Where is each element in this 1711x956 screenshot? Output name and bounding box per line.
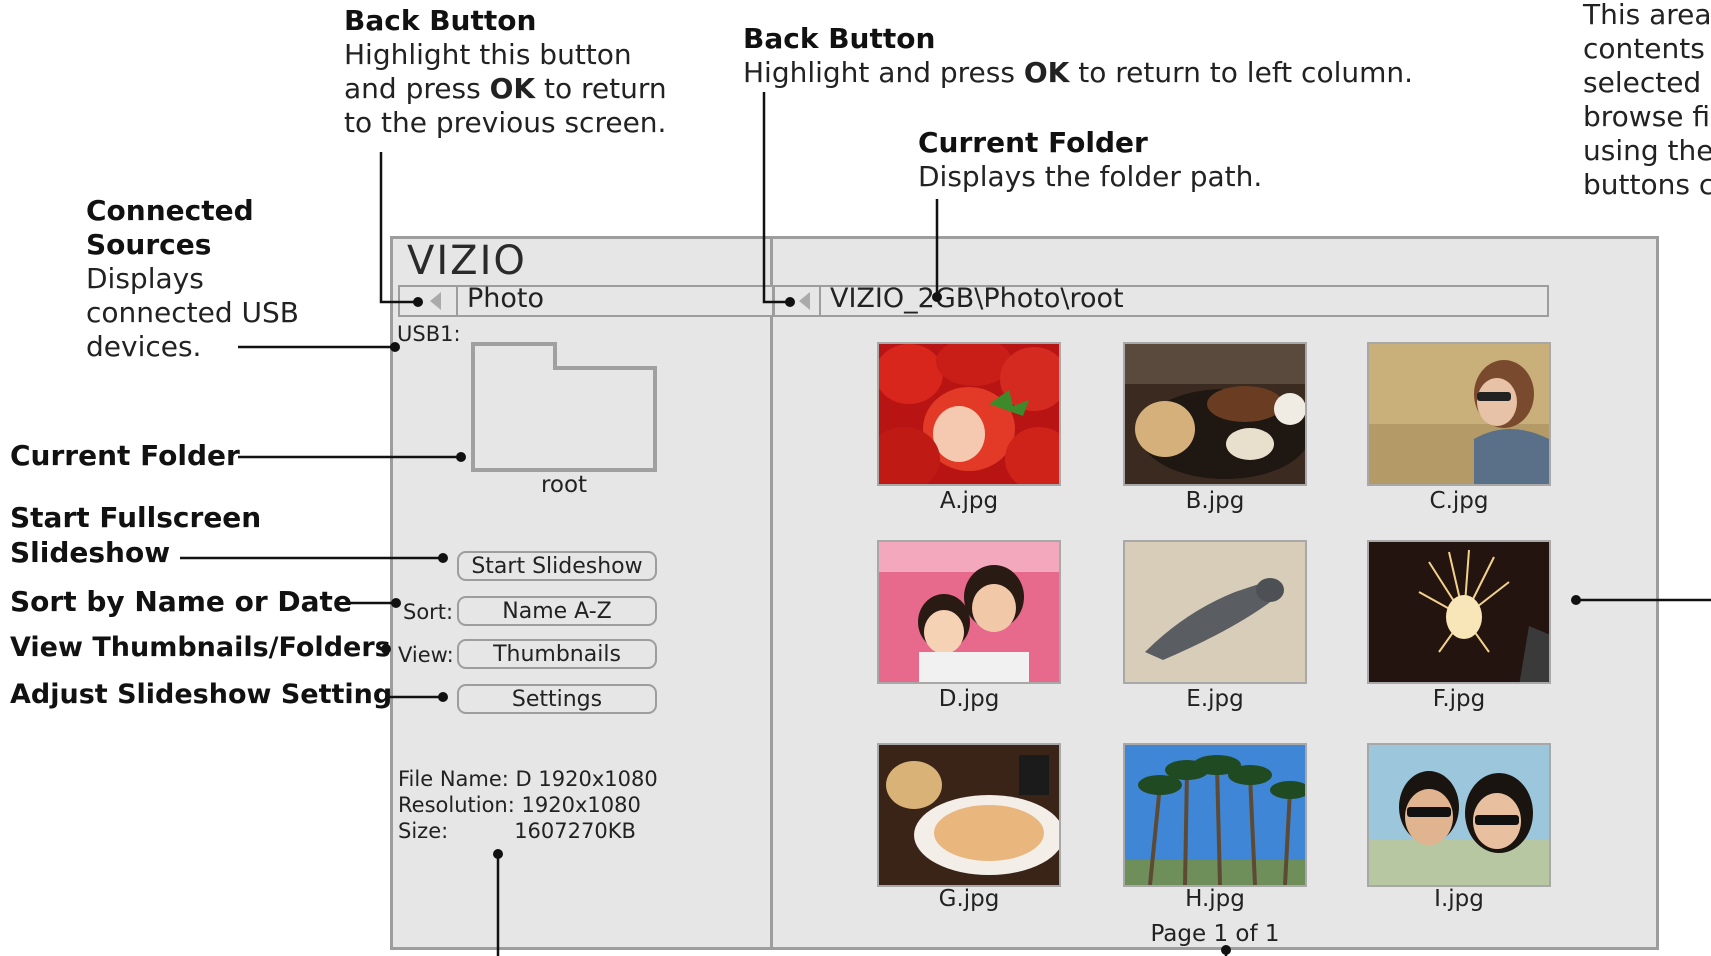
connected-sources-title: Connected <box>86 194 254 227</box>
cat-image <box>1125 542 1305 682</box>
back-button-right-title: Back Button <box>743 22 936 55</box>
thumbnail-caption: A.jpg <box>939 488 999 514</box>
connected-sources-text: devices. <box>86 330 202 363</box>
sort-select[interactable]: Name A-Z <box>457 596 657 626</box>
woman-portrait-image <box>1369 344 1549 484</box>
top-right-line: using the <box>1583 134 1711 167</box>
source-usb1[interactable]: USB1: <box>397 322 461 346</box>
current-folder-top-annotation: Current Folder Displays the folder path. <box>918 126 1262 194</box>
thumbnail-h[interactable] <box>1123 743 1307 887</box>
back-button-right-text: Highlight and press OK to return to left… <box>743 56 1414 89</box>
connected-sources-text: connected USB <box>86 296 299 329</box>
food-plate-image <box>1125 344 1305 484</box>
fireworks-image <box>1369 542 1549 682</box>
top-right-annotation: This area contents selected browse fi us… <box>1583 0 1711 202</box>
folder-icon[interactable] <box>471 342 657 472</box>
top-right-line: browse fi <box>1583 100 1711 133</box>
back-button-left-annotation: Back Button Highlight this button and pr… <box>344 4 667 140</box>
thumbnail-caption: C.jpg <box>1429 488 1489 514</box>
back-button-left-text-3: to the previous screen. <box>344 106 667 139</box>
palm-trees-image <box>1125 745 1305 885</box>
column-divider <box>770 236 773 950</box>
settings-label: Adjust Slideshow Settings <box>10 679 409 710</box>
page-indicator: Page 1 of 1 <box>1150 921 1280 947</box>
thumbnail-c[interactable] <box>1367 342 1551 486</box>
back-button-right-annotation: Back Button Highlight and press OK to re… <box>743 22 1413 90</box>
start-slideshow-button[interactable]: Start Slideshow <box>457 551 657 581</box>
settings-button[interactable]: Settings <box>457 684 657 714</box>
thumbnail-a[interactable] <box>877 342 1061 486</box>
sort-field-label: Sort: <box>403 600 454 624</box>
back-arrow-icon <box>430 292 441 310</box>
thumbnail-i[interactable] <box>1367 743 1551 887</box>
back-button-left-text-1: Highlight this button <box>344 38 632 71</box>
thumbnail-caption: H.jpg <box>1185 886 1245 912</box>
thumbnail-caption: B.jpg <box>1185 488 1245 514</box>
folder-name: root <box>540 472 588 498</box>
top-right-line: This area <box>1583 0 1711 31</box>
start-slideshow-label-line: Start Fullscreen <box>10 501 262 534</box>
sort-label: Sort by Name or Date <box>10 585 352 618</box>
thumbnail-e[interactable] <box>1123 540 1307 684</box>
resolution-row: Resolution: 1920x1080 <box>398 793 641 817</box>
thumbnail-caption: F.jpg <box>1432 686 1486 712</box>
children-image <box>879 542 1059 682</box>
folder-path: VIZIO_2GB\Photo\root <box>830 283 1124 314</box>
back-button-left-title: Back Button <box>344 4 537 37</box>
top-right-line: contents <box>1583 32 1705 65</box>
view-field-label: View: <box>398 643 454 667</box>
connected-sources-text: Displays <box>86 262 204 295</box>
top-right-line: buttons c <box>1583 168 1711 201</box>
connected-sources-title: Sources <box>86 228 212 261</box>
left-bar-title: Photo <box>467 283 545 314</box>
vizio-logo: VIZIO <box>407 238 527 284</box>
start-slideshow-label-line: Slideshow <box>10 536 171 569</box>
view-select[interactable]: Thumbnails <box>457 639 657 669</box>
thumbnail-caption: E.jpg <box>1186 686 1244 712</box>
thumbnail-caption: D.jpg <box>938 686 1000 712</box>
current-folder-top-text: Displays the folder path. <box>918 160 1263 193</box>
current-folder-left-label: Current Folder <box>10 439 240 472</box>
strawberries-image <box>879 344 1059 484</box>
current-folder-top-title: Current Folder <box>918 126 1148 159</box>
back-arrow-icon <box>799 292 810 310</box>
thumbnail-f[interactable] <box>1367 540 1551 684</box>
connected-sources-annotation: Connected Sources Displays connected USB… <box>86 194 299 364</box>
top-right-line: selected <box>1583 66 1702 99</box>
file-name-row: File Name: D 1920x1080 <box>398 767 658 791</box>
file-info: File Name: D 1920x1080 Resolution: 1920x… <box>398 766 658 844</box>
start-slideshow-label: Start Fullscreen Slideshow <box>10 500 261 570</box>
couple-selfie-image <box>1369 745 1549 885</box>
size-row: Size: 1607270KB <box>398 819 636 843</box>
thumbnail-g[interactable] <box>877 743 1061 887</box>
right-back-button[interactable] <box>775 287 821 315</box>
thumbnail-b[interactable] <box>1123 342 1307 486</box>
back-button-left-text-2: and press OK to return <box>344 72 667 105</box>
thumbnail-caption: G.jpg <box>938 886 1000 912</box>
pasta-dish-image <box>879 745 1059 885</box>
thumbnail-caption: I.jpg <box>1434 886 1484 912</box>
view-label: View Thumbnails/Folders <box>10 632 391 663</box>
left-back-button[interactable] <box>400 287 458 315</box>
thumbnail-d[interactable] <box>877 540 1061 684</box>
